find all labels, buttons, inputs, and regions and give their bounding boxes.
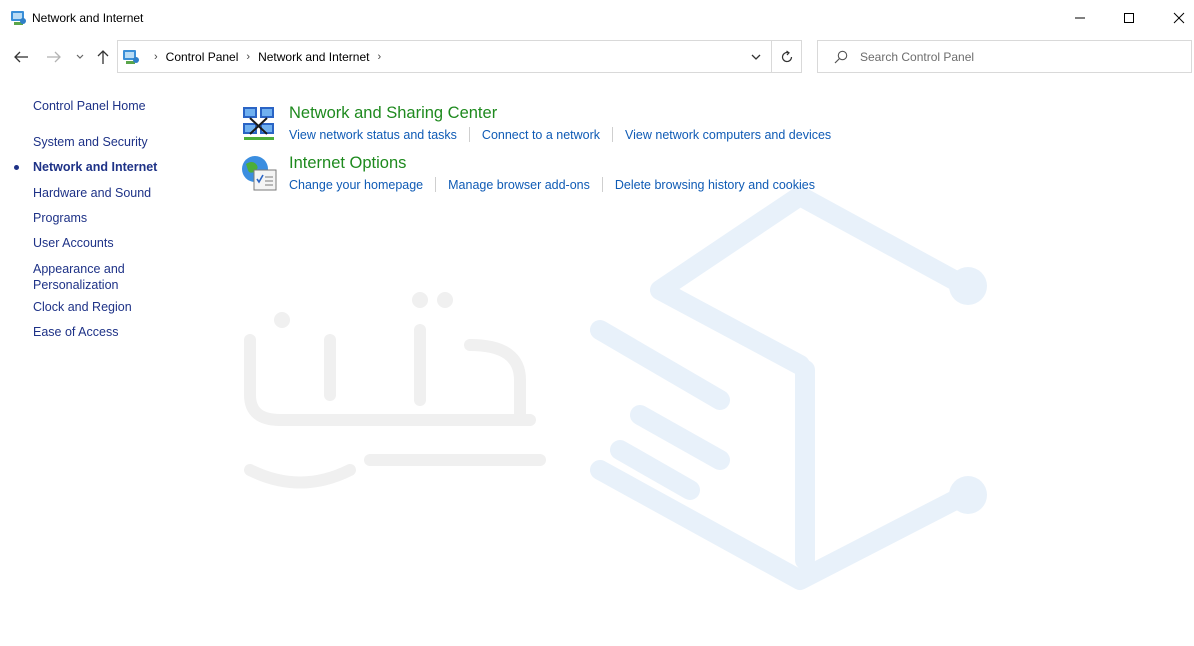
sidebar-item-hardware-sound[interactable]: Hardware and Sound	[33, 185, 151, 201]
network-sharing-links: View network status and tasks Connect to…	[289, 127, 831, 142]
link-divider	[612, 127, 614, 142]
search-box[interactable]	[817, 40, 1192, 73]
recent-locations-button[interactable]	[72, 46, 88, 68]
close-button[interactable]	[1156, 0, 1194, 36]
breadcrumb-separator-icon[interactable]: ›	[377, 51, 381, 63]
internet-options-title[interactable]: Internet Options	[289, 154, 406, 173]
sidebar-item-appearance[interactable]: Appearance and	[33, 261, 125, 277]
sidebar-item-control-panel-home[interactable]: Control Panel Home	[33, 98, 146, 114]
address-dropdown-button[interactable]	[743, 41, 769, 72]
sidebar-item-network-internet[interactable]: Network and Internet	[33, 159, 157, 175]
close-icon	[1173, 12, 1185, 24]
watermark-logo	[244, 186, 987, 590]
sidebar-item-user-accounts[interactable]: User Accounts	[33, 235, 114, 251]
link-connect-network[interactable]: Connect to a network	[482, 128, 600, 142]
breadcrumb-control-panel[interactable]: Control Panel	[166, 50, 239, 64]
breadcrumb: › Control Panel › Network and Internet ›	[146, 50, 389, 64]
refresh-icon	[781, 50, 793, 62]
back-button[interactable]	[10, 46, 32, 68]
internet-options-icon[interactable]	[240, 154, 278, 192]
control-panel-icon	[123, 50, 139, 64]
link-change-homepage[interactable]: Change your homepage	[289, 178, 423, 192]
link-view-network-status[interactable]: View network status and tasks	[289, 128, 457, 142]
chevron-down-icon	[76, 54, 84, 59]
internet-options-links: Change your homepage Manage browser add-…	[289, 177, 815, 192]
sidebar-item-personalization[interactable]: Personalization	[33, 277, 118, 293]
arrow-right-icon	[47, 51, 61, 63]
address-bar[interactable]: › Control Panel › Network and Internet ›	[117, 40, 802, 73]
link-divider	[601, 177, 603, 192]
search-input[interactable]	[860, 47, 1180, 67]
breadcrumb-separator-icon: ›	[154, 51, 158, 63]
minimize-button[interactable]	[1057, 0, 1103, 36]
forward-button[interactable]	[43, 46, 65, 68]
control-panel-icon	[11, 11, 26, 25]
window-title: Network and Internet	[32, 11, 144, 25]
maximize-icon	[1124, 13, 1134, 23]
up-button[interactable]	[92, 46, 114, 68]
maximize-button[interactable]	[1106, 0, 1152, 36]
network-sharing-icon[interactable]	[240, 104, 278, 142]
sidebar-item-ease-of-access[interactable]: Ease of Access	[33, 324, 118, 340]
sidebar-item-programs[interactable]: Programs	[33, 210, 87, 226]
link-manage-addons[interactable]: Manage browser add-ons	[448, 178, 590, 192]
breadcrumb-separator-icon[interactable]: ›	[246, 51, 250, 63]
network-sharing-title[interactable]: Network and Sharing Center	[289, 104, 497, 123]
link-divider	[468, 127, 470, 142]
refresh-button[interactable]	[772, 41, 802, 72]
link-divider	[435, 177, 437, 192]
chevron-down-icon	[751, 54, 761, 60]
arrow-up-icon	[97, 50, 109, 64]
breadcrumb-network-internet[interactable]: Network and Internet	[258, 50, 369, 64]
minimize-icon	[1075, 17, 1085, 19]
sidebar-item-system-security[interactable]: System and Security	[33, 134, 148, 150]
arrow-left-icon	[14, 51, 28, 63]
active-bullet-icon	[14, 165, 19, 170]
search-icon	[834, 50, 848, 64]
navigation-bar: › Control Panel › Network and Internet ›	[0, 40, 1194, 74]
title-bar: Network and Internet	[0, 0, 1194, 36]
sidebar-item-clock-region[interactable]: Clock and Region	[33, 299, 132, 315]
link-delete-history[interactable]: Delete browsing history and cookies	[615, 178, 815, 192]
link-view-network-computers[interactable]: View network computers and devices	[625, 128, 831, 142]
